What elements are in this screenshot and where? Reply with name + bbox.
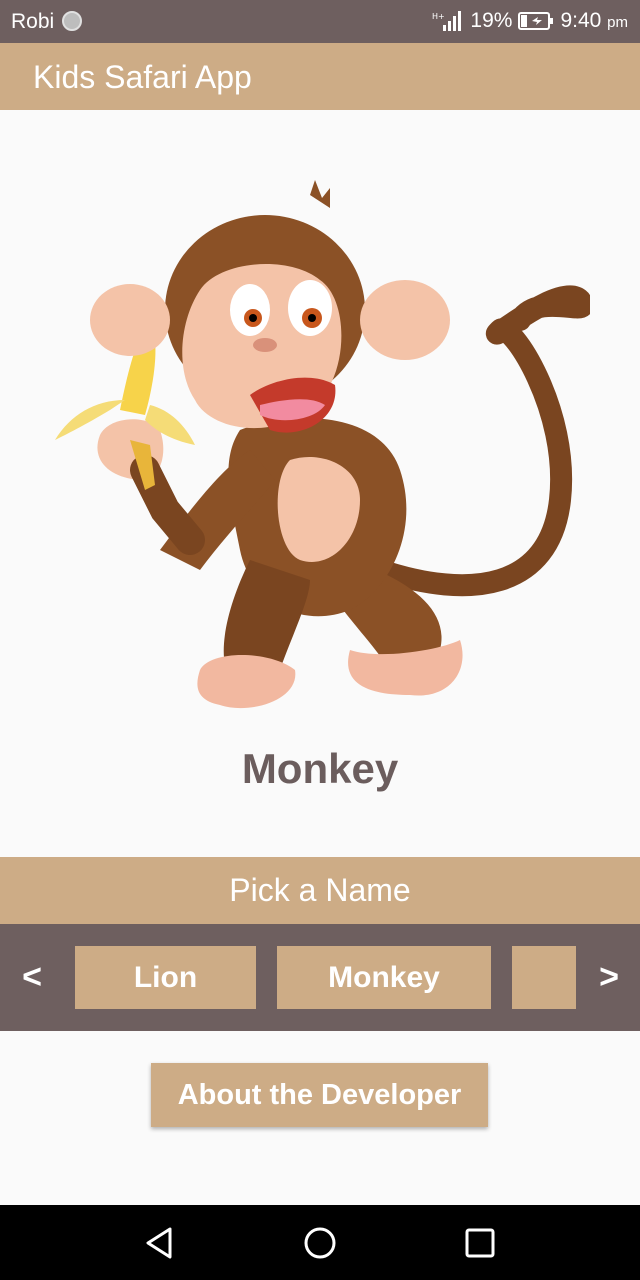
- status-bar: Robi H+ 19% 9:40 pm: [0, 0, 640, 43]
- svg-text:H+: H+: [432, 12, 445, 21]
- back-icon[interactable]: [142, 1225, 178, 1261]
- name-option-lion[interactable]: Lion: [75, 946, 256, 1009]
- name-option-partial[interactable]: [512, 946, 576, 1009]
- app-bar: Kids Safari App: [0, 43, 640, 110]
- carrier-name: Robi: [11, 10, 55, 33]
- animal-name: Monkey: [241, 745, 399, 792]
- about-developer-button[interactable]: About the Developer: [151, 1063, 488, 1127]
- previous-button[interactable]: <: [12, 958, 52, 997]
- home-icon[interactable]: [302, 1225, 338, 1261]
- battery-percent: 19%: [470, 9, 513, 32]
- name-carousel[interactable]: < Lion Monkey >: [0, 924, 640, 1031]
- signal-icon: H+: [432, 11, 462, 31]
- monkey-image: [55, 180, 590, 709]
- next-button[interactable]: >: [589, 958, 629, 997]
- pick-name-header: Pick a Name: [0, 857, 640, 924]
- status-indicators: H+ 19% 9:40 pm: [432, 9, 628, 33]
- clock: 9:40 pm: [560, 9, 628, 32]
- app-title: Kids Safari App: [33, 59, 252, 95]
- battery-icon: [518, 12, 554, 30]
- recent-apps-icon[interactable]: [462, 1225, 498, 1261]
- navigation-bar: [0, 1205, 640, 1280]
- sync-icon: [62, 11, 82, 31]
- name-option-monkey[interactable]: Monkey: [277, 946, 491, 1009]
